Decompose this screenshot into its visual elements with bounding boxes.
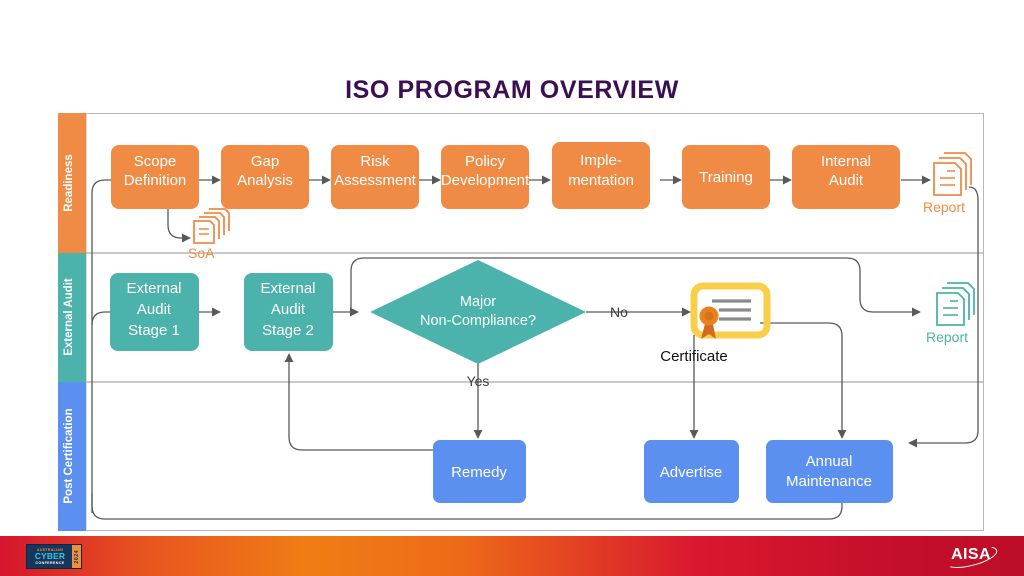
slide-footer: AUSTRALIAN CYBER CONFERENCE 2024 AISA bbox=[0, 536, 1024, 576]
node-scope-definition[interactable]: Scope Definition bbox=[111, 145, 199, 209]
node-label: Audit bbox=[829, 172, 864, 189]
node-external-audit-stage-2[interactable]: External Audit Stage 2 bbox=[244, 273, 333, 351]
node-label: Development bbox=[441, 172, 530, 189]
node-label: Stage 1 bbox=[128, 322, 180, 339]
node-risk-assessment[interactable]: Risk Assessment bbox=[331, 145, 419, 209]
logo-year-text: 2024 bbox=[73, 549, 80, 564]
aisa-logo: AISA bbox=[940, 541, 1002, 573]
node-label: mentation bbox=[568, 172, 634, 189]
swimlane-label-readiness: Readiness bbox=[63, 154, 75, 212]
node-label: Risk bbox=[360, 153, 390, 170]
node-label: Assessment bbox=[334, 172, 417, 189]
node-training[interactable]: Training bbox=[682, 145, 770, 209]
node-external-audit-stage-1[interactable]: External Audit Stage 1 bbox=[110, 273, 199, 351]
node-label: Internal bbox=[821, 153, 871, 170]
node-annual-maintenance[interactable]: Annual Maintenance bbox=[766, 440, 893, 503]
node-label: Audit bbox=[137, 301, 172, 318]
node-internal-audit[interactable]: Internal Audit bbox=[792, 145, 900, 209]
external-audit-report-label: Report bbox=[926, 329, 968, 345]
node-label: Policy bbox=[465, 153, 506, 170]
node-label: Gap bbox=[251, 153, 279, 170]
swimlane-header-post-certification: Post Certification bbox=[58, 382, 86, 531]
node-label: Scope bbox=[134, 153, 177, 170]
node-remedy[interactable]: Remedy bbox=[433, 440, 526, 503]
node-label: External bbox=[126, 280, 181, 297]
swimlane-header-external-audit: External Audit bbox=[58, 253, 86, 382]
node-label: Training bbox=[699, 169, 753, 186]
aisa-wordmark: AISA bbox=[951, 546, 991, 563]
node-label: Non-Compliance? bbox=[420, 313, 536, 329]
certificate-label: Certificate bbox=[660, 348, 728, 365]
node-label: Imple- bbox=[580, 152, 622, 169]
node-label: Remedy bbox=[451, 464, 507, 481]
node-label: Annual bbox=[806, 453, 853, 470]
internal-audit-report-label: Report bbox=[923, 199, 965, 215]
logo-line-cyber: CYBER bbox=[34, 551, 66, 562]
node-label: Definition bbox=[124, 172, 187, 189]
iso-program-flowchart: Readiness External Audit Post Certificat… bbox=[58, 113, 984, 531]
node-label: Major bbox=[460, 294, 496, 310]
node-implementation[interactable]: Imple- mentation bbox=[552, 142, 650, 209]
node-advertise[interactable]: Advertise bbox=[644, 440, 739, 503]
logo-line-conference: CONFERENCE bbox=[35, 560, 65, 565]
node-label: Audit bbox=[271, 301, 306, 318]
node-label: Advertise bbox=[660, 464, 723, 481]
node-label: Maintenance bbox=[786, 473, 872, 490]
swimlane-header-readiness: Readiness bbox=[58, 113, 86, 253]
branch-label-no: No bbox=[610, 304, 628, 320]
node-policy-development[interactable]: Policy Development bbox=[441, 145, 530, 209]
slide-canvas: ISO PROGRAM OVERVIEW Readiness External … bbox=[0, 0, 1024, 576]
page-title: ISO PROGRAM OVERVIEW bbox=[345, 76, 679, 104]
node-label: External bbox=[260, 280, 315, 297]
australian-cyber-conference-logo: AUSTRALIAN CYBER CONFERENCE 2024 bbox=[26, 544, 82, 569]
swimlane-label-post-certification: Post Certification bbox=[63, 408, 75, 503]
branch-label-yes: Yes bbox=[467, 373, 490, 389]
node-label: Analysis bbox=[237, 172, 293, 189]
logo-year-badge: 2024 bbox=[72, 545, 81, 568]
node-gap-analysis[interactable]: Gap Analysis bbox=[221, 145, 309, 209]
soa-document-label: SoA bbox=[188, 245, 215, 261]
node-label: Stage 2 bbox=[262, 322, 314, 339]
swimlane-label-external-audit: External Audit bbox=[63, 278, 75, 356]
